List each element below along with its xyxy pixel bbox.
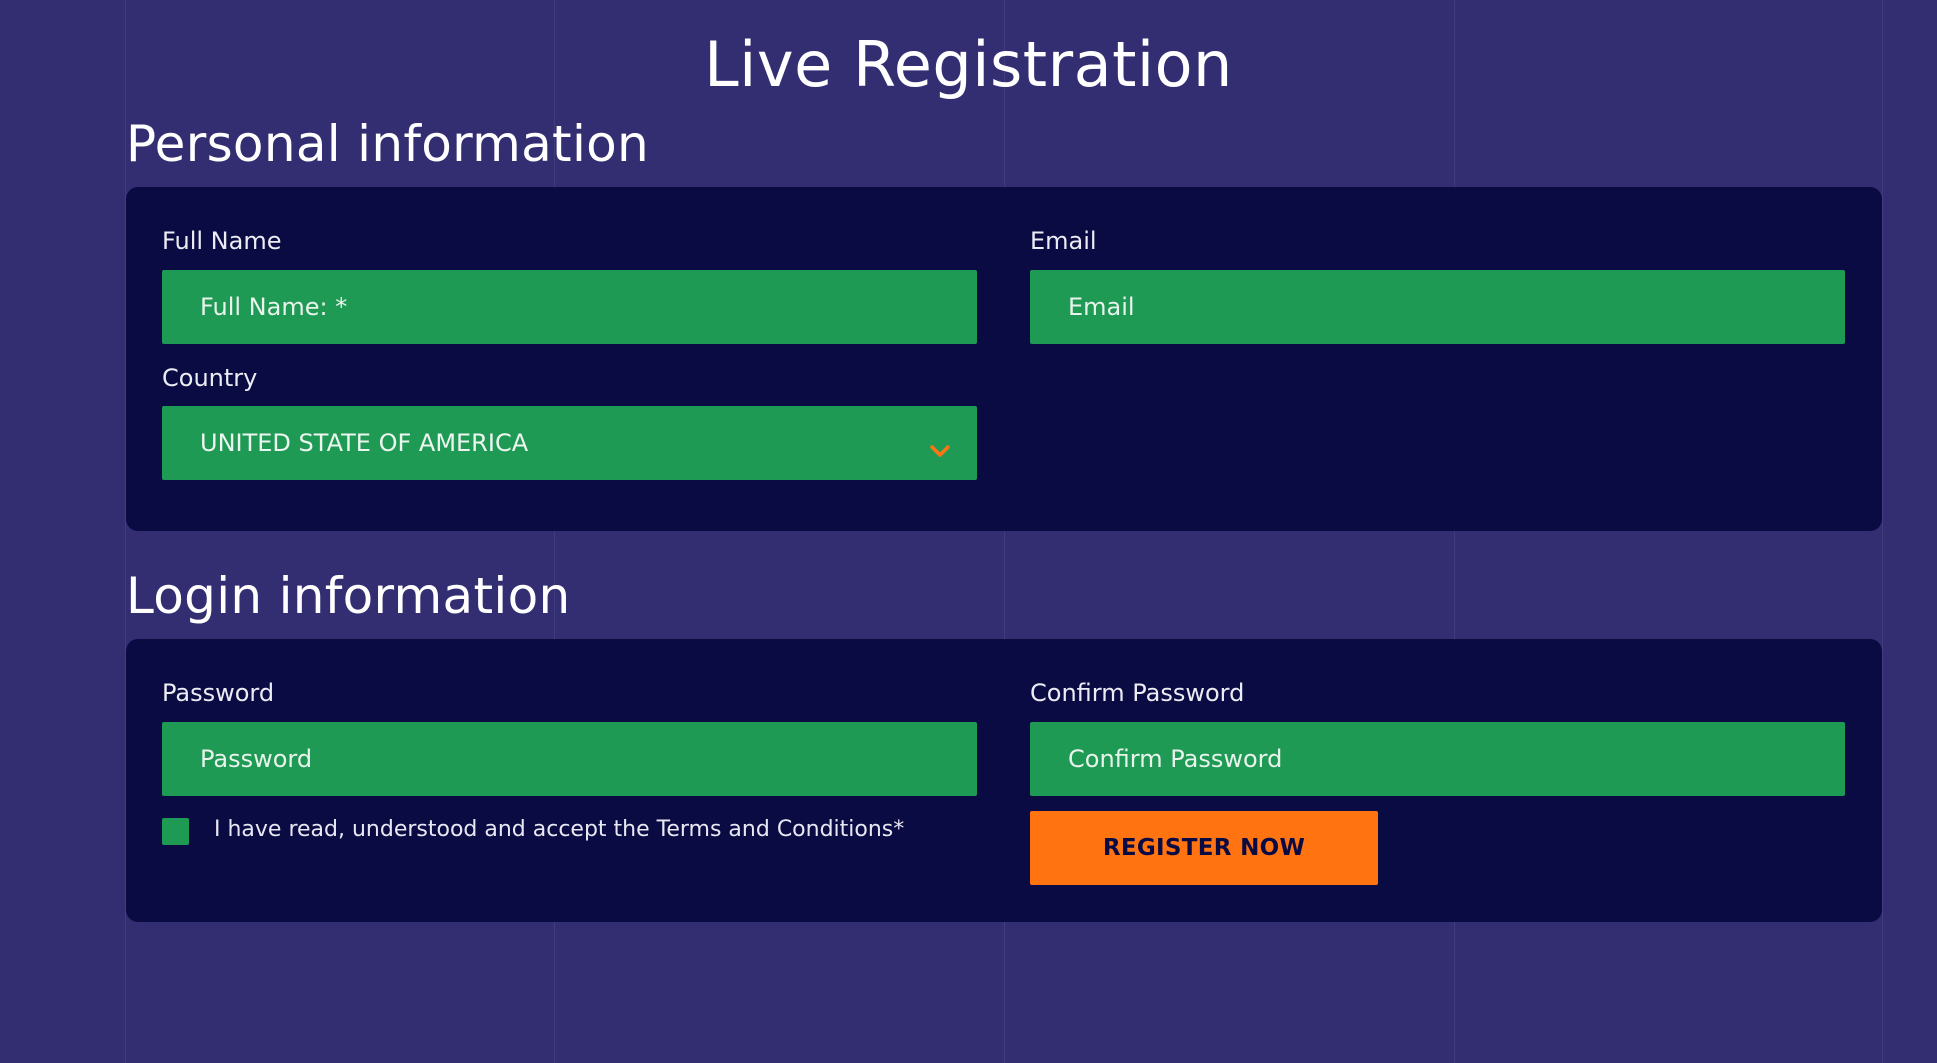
login-info-panel: Password Confirm Password I have read, u…	[126, 639, 1882, 922]
full-name-label: Full Name	[162, 227, 282, 255]
grid-line	[1882, 0, 1883, 1063]
password-input[interactable]	[162, 722, 977, 796]
confirm-password-input[interactable]	[1030, 722, 1845, 796]
terms-label: I have read, understood and accept the T…	[214, 817, 905, 842]
password-label: Password	[162, 679, 275, 707]
country-select[interactable]: UNITED STATE OF AMERICA	[162, 406, 977, 480]
register-now-button[interactable]: REGISTER NOW	[1030, 811, 1378, 885]
country-label: Country	[162, 364, 258, 392]
login-info-heading: Login information	[126, 567, 571, 625]
confirm-password-label: Confirm Password	[1030, 679, 1245, 707]
terms-checkbox[interactable]	[162, 818, 189, 845]
full-name-input[interactable]	[162, 270, 977, 344]
personal-info-heading: Personal information	[126, 115, 650, 173]
chevron-down-icon	[929, 436, 951, 457]
email-input[interactable]	[1030, 270, 1845, 344]
page-title: Live Registration	[704, 28, 1233, 101]
personal-info-panel: Full Name Email Country UNITED STATE OF …	[126, 187, 1882, 531]
country-selected-value: UNITED STATE OF AMERICA	[200, 429, 529, 457]
email-label: Email	[1030, 227, 1097, 255]
